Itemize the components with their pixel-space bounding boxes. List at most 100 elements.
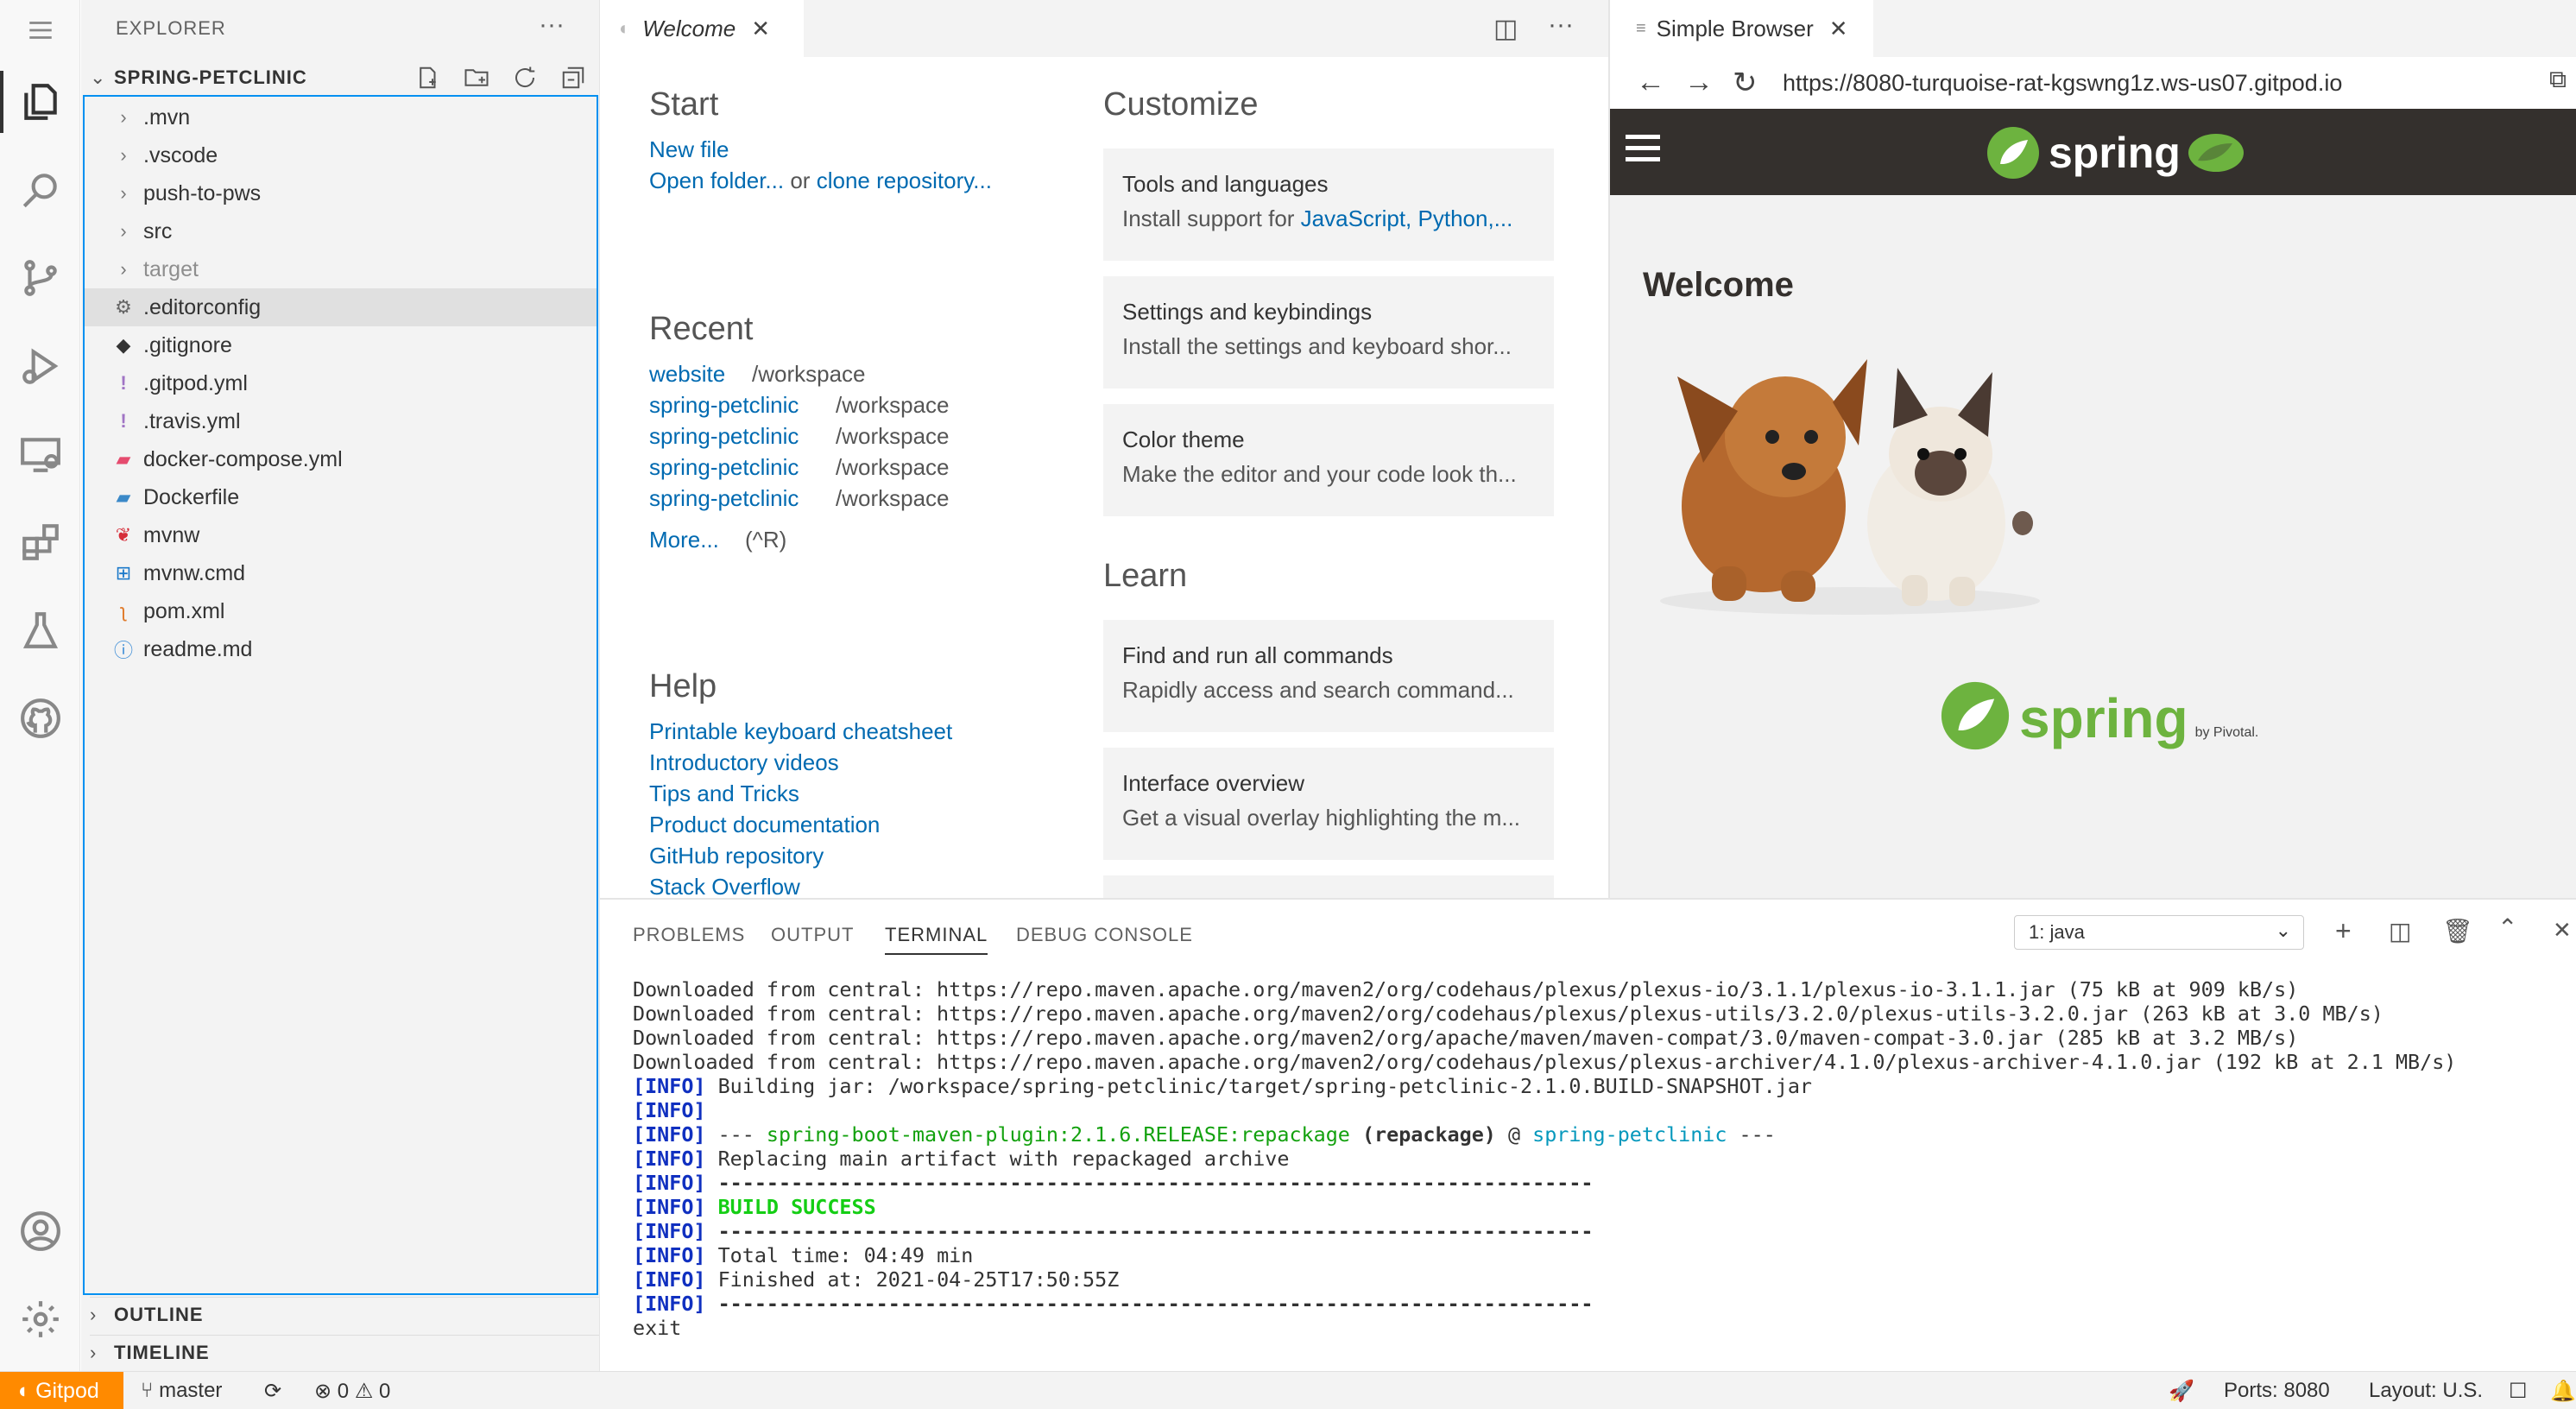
remote-explorer-icon[interactable] [0,414,80,494]
extensions-icon[interactable] [0,502,80,582]
folder-header[interactable]: ⌄ SPRING-PETCLINIC [90,60,307,95]
hamburger-icon[interactable] [1626,135,1660,161]
card-settings-keybindings[interactable]: Settings and keybindings Install the set… [1103,276,1554,389]
tab-welcome[interactable]: ◐ Welcome ✕ [600,0,804,57]
card-color-theme[interactable]: Color theme Make the editor and your cod… [1103,404,1554,516]
new-file-icon[interactable] [413,62,444,93]
tab-problems[interactable]: PROBLEMS [633,924,745,946]
explorer-sidebar: EXPLORER ··· ⌄ SPRING-PETCLINIC › .mvn ›… [81,0,600,1371]
layout-status[interactable]: Layout: U.S. [2369,1379,2483,1403]
clone-repository-link[interactable]: clone repository... [817,167,992,193]
add-terminal-icon[interactable]: + [2335,915,2352,947]
gitpod-button[interactable]: ◖ Gitpod [0,1372,123,1409]
outline-section[interactable]: › OUTLINE [90,1297,599,1331]
tree-item-mvnw-cmd[interactable]: ⊞ mvnw.cmd [85,554,597,592]
python-link[interactable]: Python [1418,205,1488,231]
more-actions-icon[interactable]: ··· [539,10,565,40]
new-folder-icon[interactable] [461,62,492,93]
tree-item-editorconfig[interactable]: ⚙ .editorconfig [85,288,597,326]
tree-item-vscode[interactable]: › .vscode [85,136,597,174]
tab-terminal[interactable]: TERMINAL [885,924,988,955]
branch-status[interactable]: ⑂ master [141,1379,222,1403]
card-description: Get a visual overlay highlighting the m.… [1122,805,1521,831]
tree-item-docker-compose[interactable]: ▰ docker-compose.yml [85,440,597,478]
trash-icon[interactable]: 🗑 [2442,917,2473,945]
forward-arrow-icon[interactable]: → [1684,66,1714,99]
close-icon[interactable]: ✕ [1829,16,1848,42]
new-file-link[interactable]: New file [649,136,729,163]
back-arrow-icon[interactable]: ← [1636,66,1665,99]
close-icon[interactable]: ✕ [751,16,770,42]
feedback-icon[interactable]: ☐ [2509,1379,2528,1404]
git-icon: ◆ [116,334,131,356]
run-debug-icon[interactable] [0,326,80,406]
problems-status[interactable]: ⊗ 0 ⚠ 0 [314,1379,390,1404]
ports-status[interactable]: Ports: 8080 [2224,1379,2330,1403]
card-partial[interactable] [1103,875,1554,898]
settings-gear-icon[interactable] [0,1279,80,1359]
terminal-select[interactable]: 1: java ⌄ [2014,915,2304,950]
terminal-output[interactable]: Downloaded from central: https://repo.ma… [633,977,2456,1340]
help-link[interactable]: Tips and Tricks [649,780,799,807]
recent-item-name[interactable]: spring-petclinic [649,423,799,450]
sidebar-title: EXPLORER [116,17,226,39]
menu-icon[interactable] [0,0,80,60]
tree-item-push-to-pws[interactable]: › push-to-pws [85,174,597,212]
tree-item-pom-xml[interactable]: ʅ pom.xml [85,592,597,630]
more-actions-icon[interactable]: ··· [1548,10,1574,40]
tree-item-gitpod-yml[interactable]: ! .gitpod.yml [85,364,597,402]
card-tools-languages[interactable]: Tools and languages Install support for … [1103,148,1554,261]
help-link[interactable]: GitHub repository [649,843,824,869]
tree-item-readme[interactable]: ⓘ readme.md [85,630,597,668]
tab-debug-console[interactable]: DEBUG CONSOLE [1016,924,1193,946]
reload-icon[interactable]: ↻ [1733,66,1758,100]
chevron-right-icon: › [120,220,127,242]
github-icon[interactable] [0,679,80,758]
split-terminal-icon[interactable]: ◫ [2389,917,2411,945]
card-description: Install the settings and keyboard shor..… [1122,333,1512,359]
card-find-commands[interactable]: Find and run all commands Rapidly access… [1103,620,1554,732]
split-editor-icon[interactable]: ◫ [1493,14,1518,44]
help-link[interactable]: Stack Overflow [649,874,800,900]
rocket-icon[interactable]: 🚀 [2169,1379,2194,1404]
recent-item-name[interactable]: website [649,361,725,388]
recent-item-name[interactable]: spring-petclinic [649,392,799,419]
open-folder-link[interactable]: Open folder... [649,167,784,193]
tree-item-travis-yml[interactable]: ! .travis.yml [85,402,597,440]
javascript-link[interactable]: JavaScript [1301,205,1405,231]
tree-item-label: .vscode [143,142,218,167]
tab-label: Simple Browser [1656,15,1814,41]
terminal-line: Downloaded from central: https://repo.ma… [633,1050,2457,1074]
collapse-all-icon[interactable] [558,62,589,93]
timeline-section[interactable]: › TIMELINE [90,1335,599,1369]
url-bar[interactable]: https://8080-turquoise-rat-kgswng1z.ws-u… [1783,70,2342,97]
card-interface-overview[interactable]: Interface overview Get a visual overlay … [1103,748,1554,860]
tree-item-mvnw[interactable]: ❦ mvnw [85,516,597,554]
recent-item-name[interactable]: spring-petclinic [649,485,799,512]
explorer-actions [413,62,589,93]
recent-item-name[interactable]: spring-petclinic [649,454,799,481]
sync-icon[interactable]: ⟳ [264,1379,281,1404]
tree-item-target[interactable]: › target [85,250,597,288]
explorer-icon[interactable] [0,62,80,142]
search-icon[interactable] [0,150,80,230]
testing-icon[interactable] [0,591,80,670]
tree-item-src[interactable]: › src [85,212,597,250]
more-recent-link[interactable]: More... [649,527,719,553]
account-icon[interactable] [0,1191,80,1271]
tree-item-dockerfile[interactable]: ▰ Dockerfile [85,478,597,516]
help-link[interactable]: Printable keyboard cheatsheet [649,718,952,745]
close-icon[interactable]: ✕ [2553,917,2572,944]
chevron-up-icon[interactable]: ⌃ [2497,913,2517,942]
notifications-bell-icon[interactable]: 🔔 [2550,1379,2576,1404]
source-control-icon[interactable] [0,238,80,318]
tab-output[interactable]: OUTPUT [771,924,854,946]
open-external-icon[interactable]: ⧉ [2549,66,2567,94]
tab-simple-browser[interactable]: ≡ Simple Browser ✕ [1610,0,1873,57]
help-link[interactable]: Introductory videos [649,749,839,776]
tree-item-mvn[interactable]: › .mvn [85,98,597,136]
help-link[interactable]: Product documentation [649,812,880,838]
tree-item-gitignore[interactable]: ◆ .gitignore [85,326,597,364]
refresh-icon[interactable] [509,62,540,93]
spring-logo[interactable]: spring [1985,124,2246,181]
